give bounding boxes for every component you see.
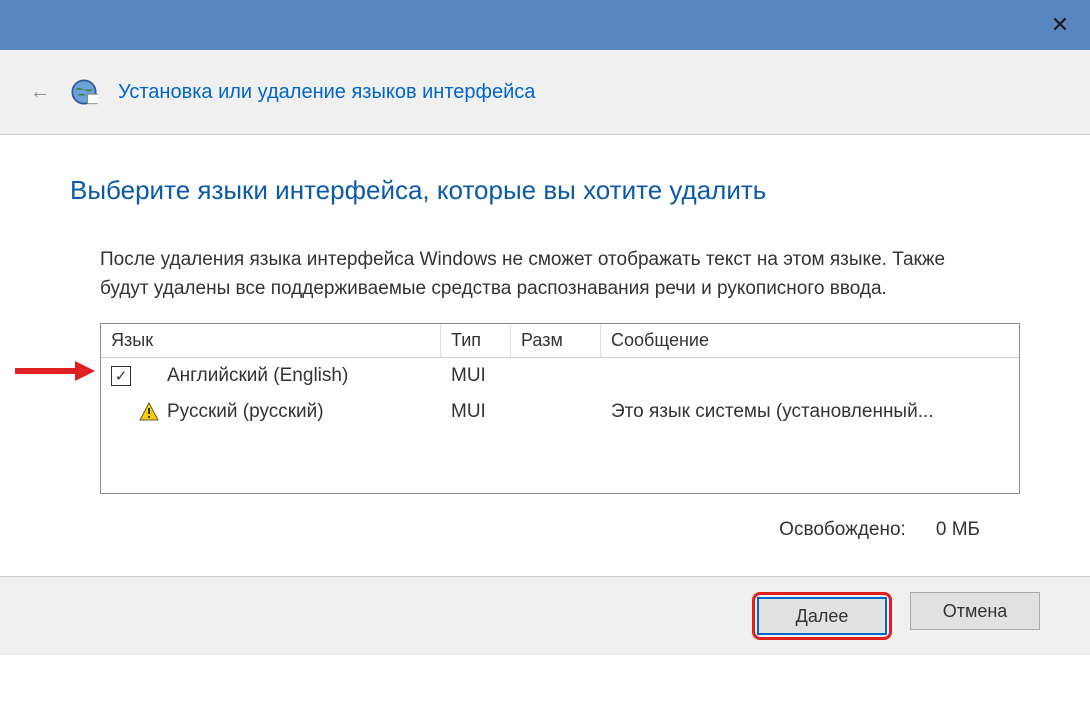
close-button[interactable]: ✕ bbox=[1030, 0, 1090, 50]
table-header: Язык Тип Разм Сообщение bbox=[101, 324, 1019, 358]
cancel-button[interactable]: Отмена bbox=[910, 592, 1040, 630]
lang-message: Это язык системы (установленный... bbox=[601, 399, 1019, 425]
column-language[interactable]: Язык bbox=[101, 324, 441, 357]
table-row[interactable]: ✓ Английский (English) MUI bbox=[101, 358, 1019, 394]
back-arrow-icon[interactable]: ← bbox=[30, 81, 50, 104]
wizard-title: Установка или удаление языков интерфейса bbox=[118, 81, 535, 104]
freed-value: 0 МБ bbox=[936, 519, 980, 541]
lang-name: Русский (русский) bbox=[167, 401, 324, 423]
wizard-header: ← Установка или удаление языков интерфей… bbox=[0, 50, 1090, 135]
lang-name: Английский (English) bbox=[167, 365, 348, 387]
button-bar: Далее Отмена bbox=[0, 576, 1090, 655]
checkbox-english[interactable]: ✓ bbox=[111, 366, 131, 386]
table-body: ✓ Английский (English) MUI bbox=[101, 358, 1019, 493]
page-heading: Выберите языки интерфейса, которые вы хо… bbox=[70, 175, 1020, 206]
lang-type: MUI bbox=[441, 363, 511, 389]
content-area: Выберите языки интерфейса, которые вы хо… bbox=[0, 135, 1090, 576]
warning-icon bbox=[139, 402, 159, 422]
description-text: После удаления языка интерфейса Windows … bbox=[70, 246, 1020, 303]
lang-size bbox=[511, 374, 601, 378]
freed-label: Освобождено: bbox=[779, 519, 906, 541]
lang-message bbox=[601, 374, 1019, 378]
globe-icon bbox=[70, 78, 98, 106]
column-size[interactable]: Разм bbox=[511, 324, 601, 357]
annotation-arrow-icon bbox=[15, 361, 95, 381]
titlebar: ✕ bbox=[0, 0, 1090, 50]
column-message[interactable]: Сообщение bbox=[601, 324, 1019, 357]
table-row[interactable]: Русский (русский) MUI Это язык системы (… bbox=[101, 394, 1019, 430]
language-table: Язык Тип Разм Сообщение ✓ Английский (En… bbox=[100, 323, 1020, 494]
lang-type: MUI bbox=[441, 399, 511, 425]
lang-size bbox=[511, 410, 601, 414]
column-type[interactable]: Тип bbox=[441, 324, 511, 357]
next-button[interactable]: Далее bbox=[757, 597, 887, 635]
annotation-highlight: Далее bbox=[752, 592, 892, 640]
status-row: Освобождено: 0 МБ bbox=[70, 494, 1020, 556]
